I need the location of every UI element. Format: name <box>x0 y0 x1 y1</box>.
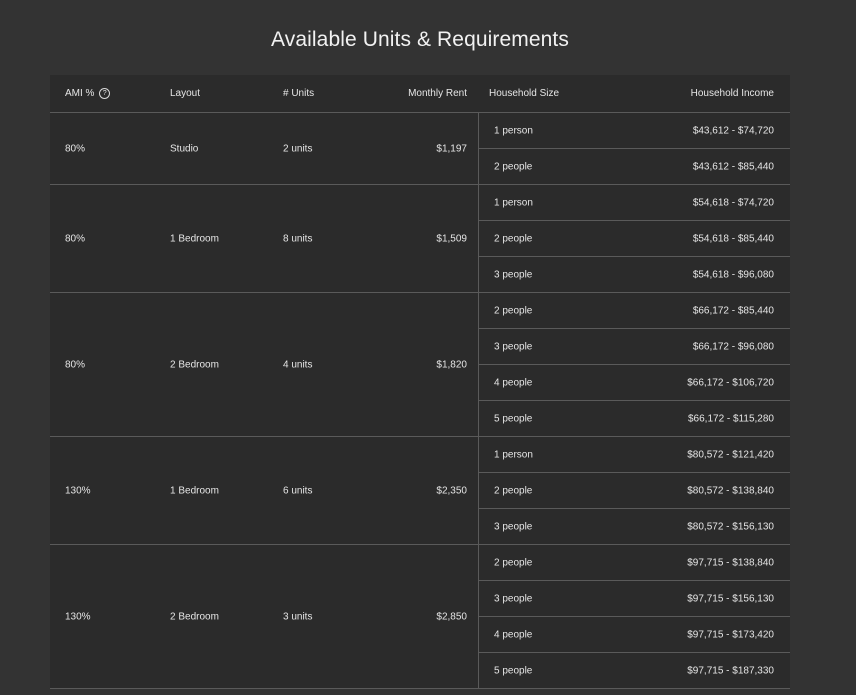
table-header: AMI % ? Layout # Units Monthly Rent Hous… <box>50 75 790 113</box>
table-body: 80% Studio 2 units $1,197 1 person $43,612 - … <box>50 113 790 689</box>
ami-percent-cell: 80% <box>65 143 86 154</box>
household-row: 3 people $97,715 - $156,130 <box>479 581 790 617</box>
household-income-cell: $80,572 - $138,840 <box>687 485 774 496</box>
household-size-cell: 4 people <box>494 377 533 388</box>
household-row: 2 people $66,172 - $85,440 <box>479 293 790 329</box>
household-income-cell: $66,172 - $115,280 <box>687 413 774 424</box>
household-income-cell: $80,572 - $156,130 <box>687 521 774 532</box>
household-row: 1 person $54,618 - $74,720 <box>479 185 790 221</box>
household-size-cell: 2 people <box>494 557 533 568</box>
units-count-cell: 2 units <box>283 143 313 154</box>
page-title: Available Units & Requirements <box>271 28 569 51</box>
ami-percent-cell: 80% <box>65 233 86 244</box>
household-size-cell: 1 person <box>494 125 533 136</box>
household-size-cell: 5 people <box>494 665 533 676</box>
unit-group-row: 80% 2 Bedroom 4 units $1,820 2 people $66,172… <box>50 293 790 437</box>
units-table: AMI % ? Layout # Units Monthly Rent Hous… <box>50 75 790 689</box>
household-row: 1 person $80,572 - $121,420 <box>479 437 790 473</box>
household-row: 5 people $66,172 - $115,280 <box>479 401 790 436</box>
column-header-ami: AMI % ? <box>65 88 111 99</box>
household-row: 2 people $97,715 - $138,840 <box>479 545 790 581</box>
household-size-cell: 2 people <box>494 233 533 244</box>
household-size-cell: 2 people <box>494 485 533 496</box>
unit-group-row: 80% Studio 2 units $1,197 1 person $43,612 - … <box>50 113 790 185</box>
household-row: 2 people $80,572 - $138,840 <box>479 473 790 509</box>
monthly-rent-cell: $2,850 <box>436 611 467 622</box>
layout-cell: 1 Bedroom <box>170 233 219 244</box>
household-income-cell: $80,572 - $121,420 <box>687 449 774 460</box>
household-subrows: 1 person $54,618 - $74,720 2 people $54,618… <box>478 185 790 292</box>
ami-percent-cell: 130% <box>65 485 91 496</box>
units-count-cell: 8 units <box>283 233 313 244</box>
help-icon[interactable]: ? <box>99 88 111 99</box>
unit-group-row: 80% 1 Bedroom 8 units $1,509 1 person $54,618… <box>50 185 790 293</box>
monthly-rent-cell: $1,509 <box>436 233 467 244</box>
household-income-cell: $66,172 - $106,720 <box>687 377 774 388</box>
household-income-cell: $54,618 - $96,080 <box>692 269 774 280</box>
household-size-cell: 3 people <box>494 269 533 280</box>
household-income-cell: $97,715 - $173,420 <box>687 629 774 640</box>
household-row: 4 people $97,715 - $173,420 <box>479 617 790 653</box>
layout-cell: 2 Bedroom <box>170 611 219 622</box>
household-row: 4 people $66,172 - $106,720 <box>479 365 790 401</box>
household-size-cell: 3 people <box>494 341 533 352</box>
column-header-ami-label: AMI % <box>65 88 95 99</box>
household-income-cell: $66,172 - $85,440 <box>692 305 774 316</box>
column-header-household-size: Household Size <box>489 88 560 99</box>
layout-cell: Studio <box>170 143 199 154</box>
units-count-cell: 6 units <box>283 485 313 496</box>
household-row: 2 people $43,612 - $85,440 <box>479 149 790 184</box>
household-income-cell: $97,715 - $156,130 <box>687 593 774 604</box>
column-header-monthly-rent: Monthly Rent <box>408 88 467 99</box>
layout-cell: 2 Bedroom <box>170 359 219 370</box>
household-size-cell: 4 people <box>494 629 533 640</box>
household-subrows: 1 person $80,572 - $121,420 2 people $80,57… <box>478 437 790 544</box>
household-size-cell: 1 person <box>494 197 533 208</box>
household-subrows: 1 person $43,612 - $74,720 2 people $43,612… <box>478 113 790 184</box>
household-income-cell: $43,612 - $85,440 <box>692 161 774 172</box>
monthly-rent-cell: $2,350 <box>436 485 467 496</box>
household-income-cell: $97,715 - $138,840 <box>687 557 774 568</box>
household-size-cell: 2 people <box>494 161 533 172</box>
household-row: 5 people $97,715 - $187,330 <box>479 653 790 688</box>
household-income-cell: $43,612 - $74,720 <box>692 125 774 136</box>
household-row: 3 people $66,172 - $96,080 <box>479 329 790 365</box>
column-header-household-income: Household Income <box>690 88 774 99</box>
ami-percent-cell: 130% <box>65 611 91 622</box>
household-subrows: 2 people $97,715 - $138,840 3 people $97,71… <box>478 545 790 688</box>
unit-group-row: 130% 2 Bedroom 3 units $2,850 2 people $97,71… <box>50 545 790 689</box>
household-subrows: 2 people $66,172 - $85,440 3 people $66,172… <box>478 293 790 436</box>
household-row: 1 person $43,612 - $74,720 <box>479 113 790 149</box>
household-income-cell: $54,618 - $74,720 <box>692 197 774 208</box>
household-size-cell: 2 people <box>494 305 533 316</box>
household-size-cell: 3 people <box>494 521 533 532</box>
unit-group-row: 130% 1 Bedroom 6 units $2,350 1 person $80,57… <box>50 437 790 545</box>
household-row: 2 people $54,618 - $85,440 <box>479 221 790 257</box>
column-header-layout: Layout <box>170 88 201 99</box>
household-income-cell: $97,715 - $187,330 <box>687 665 774 676</box>
units-count-cell: 3 units <box>283 611 313 622</box>
monthly-rent-cell: $1,197 <box>436 143 467 154</box>
household-income-cell: $66,172 - $96,080 <box>692 341 774 352</box>
household-size-cell: 3 people <box>494 593 533 604</box>
units-count-cell: 4 units <box>283 359 313 370</box>
household-size-cell: 1 person <box>494 449 533 460</box>
layout-cell: 1 Bedroom <box>170 485 219 496</box>
household-row: 3 people $80,572 - $156,130 <box>479 509 790 544</box>
household-size-cell: 5 people <box>494 413 533 424</box>
household-income-cell: $54,618 - $85,440 <box>692 233 774 244</box>
household-row: 3 people $54,618 - $96,080 <box>479 257 790 292</box>
column-header-units: # Units <box>283 88 315 99</box>
ami-percent-cell: 80% <box>65 359 86 370</box>
monthly-rent-cell: $1,820 <box>436 359 467 370</box>
